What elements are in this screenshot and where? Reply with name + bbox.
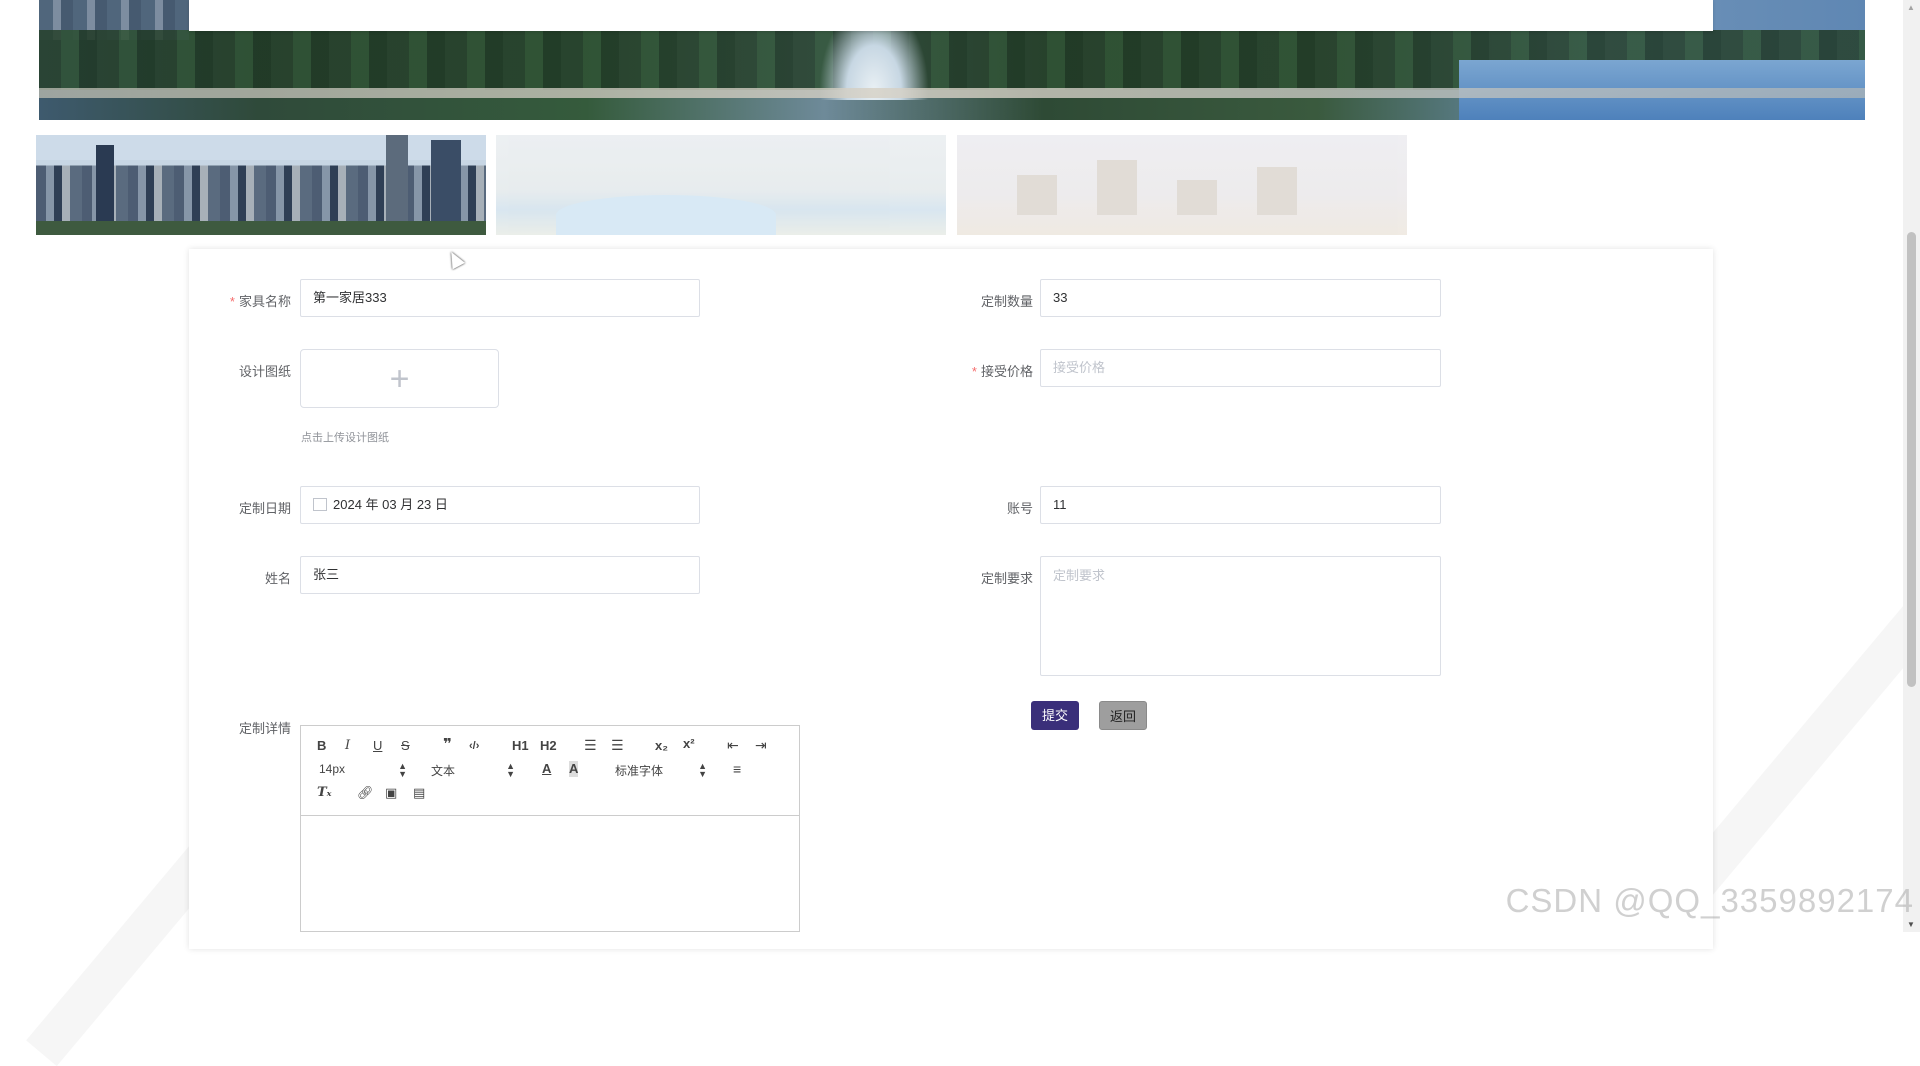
- editor-toolbar: B I U S ❞ ‹/› H1 H2 ☰ ☰ x₂ x² ⇤ ⇥ 14px ▲ ▼…: [301, 726, 799, 816]
- ordered-list-icon[interactable]: ☰: [584, 737, 597, 753]
- text-type-select[interactable]: 文本 ▲ ▼: [431, 762, 515, 779]
- design-drawing-label: 设计图纸: [238, 364, 291, 379]
- accepted-price-input[interactable]: 接受价格: [1040, 349, 1441, 387]
- image-icon[interactable]: ▣: [385, 785, 397, 801]
- select-arrow-icon: ▲ ▼: [506, 761, 515, 779]
- underline-button[interactable]: U: [373, 738, 382, 754]
- custom-requirements-label: 定制要求: [980, 571, 1033, 586]
- account-input[interactable]: 11: [1040, 486, 1441, 524]
- name-input[interactable]: 张三: [300, 556, 700, 594]
- custom-date-label: 定制日期: [238, 501, 291, 516]
- custom-quantity-label: 定制数量: [980, 294, 1033, 309]
- header-bar: [189, 0, 1713, 31]
- code-block-icon[interactable]: ‹/›: [469, 738, 479, 754]
- scroll-down-icon[interactable]: ▼: [1907, 920, 1915, 929]
- align-icon[interactable]: ≡: [733, 761, 741, 777]
- rich-text-editor: B I U S ❞ ‹/› H1 H2 ☰ ☰ x₂ x² ⇤ ⇥ 14px ▲ ▼…: [300, 725, 800, 932]
- scrollbar-thumb[interactable]: [1907, 232, 1916, 687]
- banner-road: [39, 88, 1865, 98]
- heading2-button[interactable]: H2: [540, 738, 557, 754]
- vertical-scrollbar[interactable]: ▲ ▼: [1903, 0, 1920, 932]
- bold-button[interactable]: B: [317, 738, 326, 754]
- furniture-name-label: * 家具名称: [229, 294, 291, 309]
- custom-details-label: 定制详情: [238, 721, 291, 736]
- heading1-button[interactable]: H1: [512, 738, 529, 754]
- custom-date-picker[interactable]: 2024 年 03 月 23 日: [300, 486, 700, 524]
- plus-icon: +: [389, 359, 410, 398]
- carousel-thumbnail-1[interactable]: [36, 135, 486, 235]
- bullet-list-icon[interactable]: ☰: [611, 737, 624, 753]
- select-arrow-icon: ▲ ▼: [398, 761, 407, 779]
- custom-requirements-textarea[interactable]: 定制要求: [1040, 556, 1441, 676]
- required-star: *: [971, 364, 977, 379]
- required-star: *: [229, 294, 235, 309]
- carousel-thumbnail-2[interactable]: [496, 135, 946, 235]
- submit-button[interactable]: 提交: [1031, 701, 1079, 730]
- indent-icon[interactable]: ⇥: [755, 737, 767, 753]
- background-color-icon[interactable]: A: [569, 761, 579, 777]
- calendar-icon: [313, 498, 327, 512]
- back-button[interactable]: 返回: [1099, 701, 1147, 730]
- upload-tip: 点击上传设计图纸: [301, 432, 389, 444]
- italic-button[interactable]: I: [345, 738, 350, 754]
- design-drawing-upload[interactable]: +: [300, 349, 499, 408]
- carousel-thumbnail-3[interactable]: [957, 135, 1407, 235]
- blockquote-icon[interactable]: ❞: [443, 737, 452, 753]
- superscript-icon[interactable]: x²: [683, 736, 695, 752]
- text-color-icon[interactable]: A: [542, 761, 551, 777]
- font-size-select[interactable]: 14px ▲ ▼: [319, 761, 407, 779]
- scroll-up-icon[interactable]: ▲: [1907, 3, 1915, 12]
- editor-content-area[interactable]: [301, 816, 799, 933]
- custom-quantity-input[interactable]: 33: [1040, 279, 1441, 317]
- accepted-price-label: * 接受价格: [971, 364, 1033, 379]
- furniture-name-input[interactable]: 第一家居333: [300, 279, 700, 317]
- outdent-icon[interactable]: ⇤: [727, 737, 739, 753]
- name-label: 姓名: [264, 571, 291, 586]
- video-icon[interactable]: ▤: [413, 785, 425, 801]
- watermark: CSDN @QQ_3359892174: [1505, 882, 1914, 919]
- font-family-select[interactable]: 标准字体 ▲ ▼: [615, 762, 707, 779]
- subscript-icon[interactable]: x₂: [655, 738, 668, 754]
- select-arrow-icon: ▲ ▼: [698, 761, 707, 779]
- link-icon[interactable]: 🔗︎: [357, 785, 374, 801]
- account-label: 账号: [1006, 501, 1033, 516]
- clear-format-icon[interactable]: Tₓ: [317, 785, 332, 801]
- strike-button[interactable]: S: [401, 738, 410, 754]
